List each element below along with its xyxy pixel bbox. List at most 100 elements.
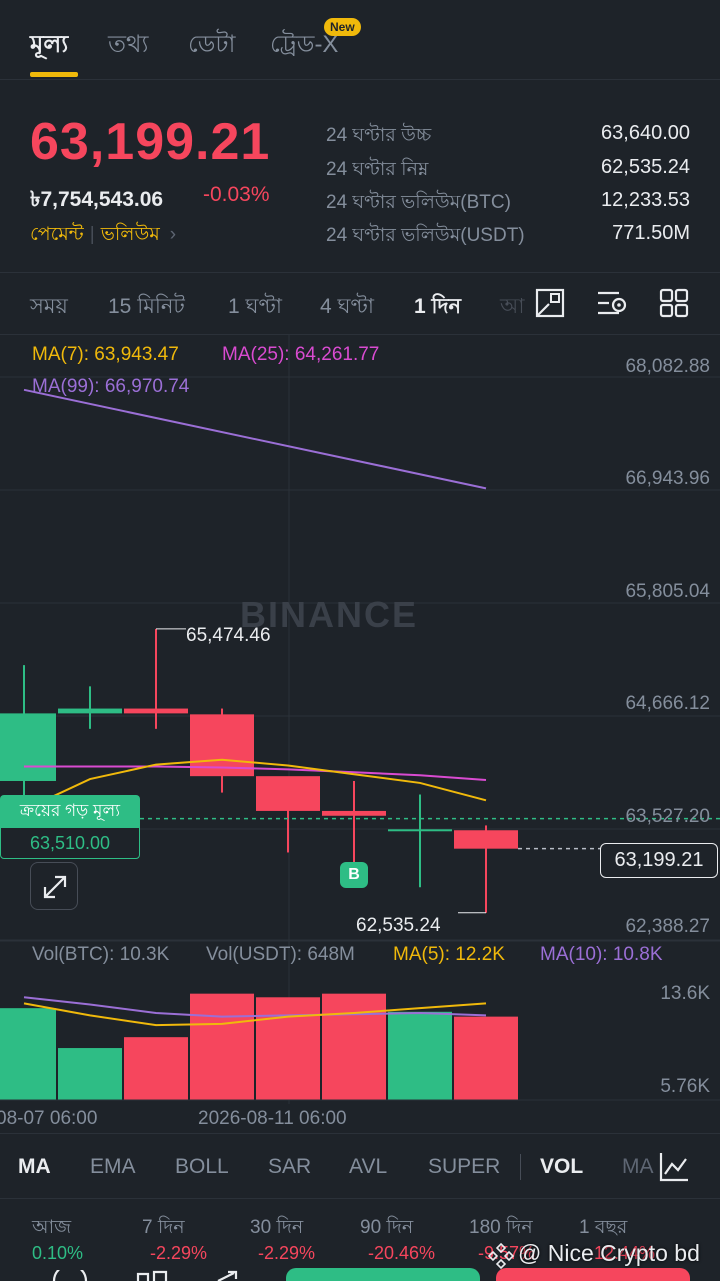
candle-body <box>322 810 386 816</box>
indicator-vol[interactable]: VOL <box>540 1155 583 1179</box>
ma99-line <box>23 388 487 490</box>
stat-value-vol-btc: 12,233.53 <box>601 189 690 211</box>
chart-settings-icon[interactable] <box>595 286 629 320</box>
stat-value-high: 63,640.00 <box>601 122 690 144</box>
volume-bar <box>388 1011 452 1100</box>
layout-grid-icon[interactable] <box>657 286 691 320</box>
share-icon[interactable] <box>214 1270 250 1281</box>
candle-body <box>124 708 188 714</box>
ma25-legend: MA(25): 64,261.77 <box>222 344 380 365</box>
volume-bar <box>124 1037 188 1100</box>
vol-axis-top: 13.6K <box>660 983 710 1004</box>
buy-marker[interactable]: B <box>340 862 368 888</box>
top-tab-bar: মূল্য তথ্য ডেটা ট্রেড-X New <box>0 0 720 80</box>
drawing-tools-icon[interactable] <box>533 286 567 320</box>
volume-bar <box>322 993 386 1100</box>
perf-label-90d: 90 দিন <box>360 1217 414 1238</box>
tab-info[interactable]: তথ্য <box>108 26 149 66</box>
ma99-legend: MA(99): 66,970.74 <box>32 376 190 397</box>
perf-value-30d: -2.29% <box>258 1243 316 1263</box>
y-tick-label: 63,527.20 <box>625 806 710 827</box>
date-label-mid: 2026-08-11 06:00 <box>198 1108 347 1129</box>
vol-ma10-line <box>23 996 487 1018</box>
indicator-separator <box>520 1154 521 1180</box>
alert-icon[interactable] <box>134 1270 170 1281</box>
indicator-avl[interactable]: AVL <box>349 1155 387 1179</box>
volume-bar <box>0 1008 56 1100</box>
perf-value-today: 0.10% <box>32 1243 84 1263</box>
candlestick-chart[interactable] <box>0 334 720 1134</box>
volume-bar <box>58 1048 122 1100</box>
expand-icon <box>43 875 67 899</box>
low-price-label: 62,535.24 <box>356 915 441 936</box>
y-tick-label: 68,082.88 <box>625 356 710 377</box>
vol-btc-legend: Vol(BTC): 10.3K <box>32 944 170 965</box>
vol-ma10-legend: MA(10): 10.8K <box>540 944 663 965</box>
avg-buy-price-title: ক্রয়ের গড় মূল্য <box>0 795 140 829</box>
stat-value-low: 62,535.24 <box>601 156 690 178</box>
avg-buy-price-value: 63,510.00 <box>0 827 140 859</box>
y-tick-label: 66,943.96 <box>625 468 710 489</box>
divider <box>0 272 720 273</box>
chevron-right-icon[interactable]: › <box>160 224 176 245</box>
candle-body <box>388 829 452 832</box>
interval-1h[interactable]: 1 ঘণ্টা <box>228 290 282 325</box>
interval-time[interactable]: সময় <box>30 290 68 325</box>
price-change: -0.03% <box>203 183 270 206</box>
buy-button[interactable] <box>286 1268 480 1281</box>
active-tab-indicator <box>30 72 78 77</box>
volume-bars <box>0 993 720 1101</box>
candle-body <box>454 830 518 849</box>
sell-button[interactable] <box>496 1268 690 1281</box>
indicator-ma-sub[interactable]: MA <box>622 1155 654 1179</box>
vol-usdt-legend: Vol(USDT): 648M <box>206 944 355 965</box>
volume-bar <box>256 997 320 1100</box>
volume-bar <box>454 1016 518 1100</box>
tab-price[interactable]: মূল্য <box>30 26 68 66</box>
indicator-sar[interactable]: SAR <box>268 1155 311 1179</box>
indicator-ma[interactable]: MA <box>18 1155 51 1179</box>
vol-ma5-legend: MA(5): 12.2K <box>393 944 505 965</box>
candle-body <box>256 776 320 811</box>
stat-label-vol-usdt: 24 ঘণ্টার ভলিউম(USDT) <box>326 225 525 246</box>
binance-logo-icon <box>487 1242 515 1270</box>
interval-more[interactable]: আ <box>500 290 525 325</box>
perf-label-30d: 30 দিন <box>250 1217 304 1238</box>
perf-label-7d: 7 দিন <box>142 1217 185 1238</box>
ma7-legend: MA(7): 63,943.47 <box>32 344 179 365</box>
perf-label-today: আজ <box>32 1217 72 1238</box>
tag-links[interactable]: পেমেন্ট | ভলিউম › <box>30 220 176 252</box>
divider <box>0 1133 720 1134</box>
indicator-ema[interactable]: EMA <box>90 1155 136 1179</box>
indicator-super[interactable]: SUPER <box>428 1155 500 1179</box>
indicator-boll[interactable]: BOLL <box>175 1155 229 1179</box>
indicator-settings-icon[interactable] <box>656 1150 692 1184</box>
interval-15m[interactable]: 15 মিনিট <box>108 290 185 325</box>
tag-payment[interactable]: পেমেন্ট <box>30 224 84 245</box>
tag-volume[interactable]: ভলিউম <box>101 224 160 245</box>
chart-grid <box>0 334 720 1104</box>
candle-body <box>0 713 56 781</box>
more-icon[interactable] <box>52 1270 88 1281</box>
candle-body <box>58 708 122 714</box>
new-badge: New <box>324 18 361 36</box>
expand-chart-button[interactable] <box>30 862 78 910</box>
perf-value-90d: -20.46% <box>368 1243 436 1263</box>
stat-label-vol-btc: 24 ঘণ্টার ভলিউম(BTC) <box>326 192 511 213</box>
y-tick-label: 65,805.04 <box>625 581 710 602</box>
tab-data[interactable]: ডেটা <box>188 26 235 66</box>
divider <box>0 1198 720 1199</box>
high-price-label: 65,474.46 <box>186 625 271 646</box>
avg-buy-price-box[interactable]: ক্রয়ের গড় মূল্য 63,510.00 <box>0 795 140 863</box>
fiat-price: ৳7,754,543.06 <box>30 188 164 211</box>
stat-label-low: 24 ঘণ্টার নিম্ন <box>326 159 429 180</box>
interval-1d[interactable]: 1 দিন <box>414 290 461 325</box>
current-price-tag: 63,199.21 <box>600 843 718 878</box>
y-tick-label: 62,388.27 <box>625 916 710 937</box>
y-tick-label: 64,666.12 <box>625 693 710 714</box>
credit-watermark: @ Nice Crypto bd <box>518 1240 700 1266</box>
date-label-left: 08-07 06:00 <box>0 1108 98 1129</box>
tag-separator: | <box>89 224 95 245</box>
interval-4h[interactable]: 4 ঘণ্টা <box>320 290 374 325</box>
perf-value-7d: -2.29% <box>150 1243 208 1263</box>
